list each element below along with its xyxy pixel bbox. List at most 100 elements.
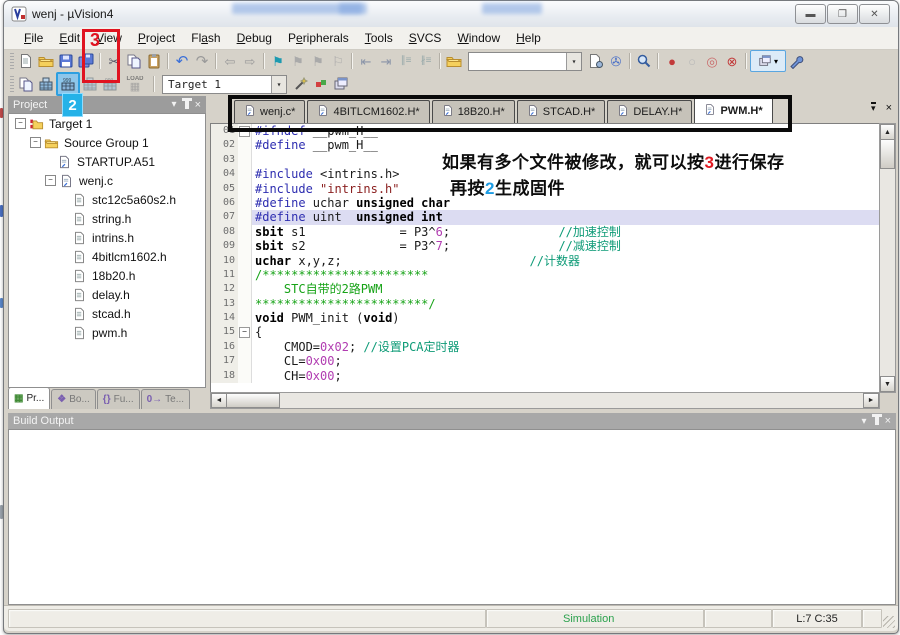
close-document-icon[interactable]: ×	[886, 102, 892, 114]
tree-item-source-group-1[interactable]: −Source Group 1	[9, 133, 205, 152]
uncomment-button[interactable]: ∦≡	[416, 51, 436, 71]
code-line-07[interactable]: 07#define uint unsigned int	[211, 210, 879, 224]
vscroll-thumb[interactable]	[880, 139, 895, 169]
toolbar-grip[interactable]	[10, 53, 14, 69]
tree-item-startup-a51[interactable]: STARTUP.A51	[9, 152, 205, 171]
code-line-12[interactable]: 12 STC自带的2路PWM	[211, 282, 879, 296]
tree-item-stcad-h[interactable]: stcad.h	[9, 304, 205, 323]
document-tab-18b20h[interactable]: 18B20.H*	[432, 100, 515, 123]
navigate-forward-button[interactable]: ⇨	[240, 51, 260, 71]
document-tab-stcadh[interactable]: STCAD.H*	[517, 100, 606, 123]
target-select[interactable]: Target 1 ▾	[162, 75, 287, 94]
target-select-dropdown[interactable]: ▾	[271, 76, 286, 93]
redo-button[interactable]: ↷	[192, 51, 212, 71]
tree-item-18b20-h[interactable]: 18b20.h	[9, 266, 205, 285]
tree-item-pwm-h[interactable]: pwm.h	[9, 323, 205, 342]
insert-breakpoint-button[interactable]: ●	[662, 51, 682, 71]
toolbar-grip[interactable]	[10, 76, 14, 92]
tree-expand-icon[interactable]: −	[45, 175, 56, 186]
resize-grip[interactable]	[883, 616, 895, 628]
comment-button[interactable]: ∥≡	[396, 51, 416, 71]
menu-item-flash[interactable]: Flash	[183, 29, 228, 47]
kill-all-breakpoints-button[interactable]: ⊗	[722, 51, 742, 71]
find-in-files-dialog-button[interactable]	[586, 51, 606, 71]
scroll-down-button[interactable]: ▼	[880, 376, 895, 392]
file-extensions-button[interactable]	[311, 74, 331, 94]
tree-item-string-h[interactable]: string.h	[9, 209, 205, 228]
debug-session-button[interactable]: ✇	[606, 51, 626, 71]
document-tab-4bitlcm1602h[interactable]: 4BITLCM1602.H*	[307, 100, 429, 123]
menu-item-project[interactable]: Project	[130, 29, 183, 47]
window-layout-button[interactable]: ▾	[750, 50, 786, 72]
find-combo[interactable]: ▾	[468, 52, 582, 71]
menu-item-peripherals[interactable]: Peripherals	[280, 29, 357, 47]
tree-item-intrins-h[interactable]: intrins.h	[9, 228, 205, 247]
paste-button[interactable]	[144, 51, 164, 71]
document-tab-wenjc[interactable]: wenj.c*	[234, 100, 305, 123]
scroll-left-button[interactable]: ◄	[211, 393, 227, 408]
chevron-down-icon[interactable]: ▾	[172, 99, 177, 110]
fold-collapse-icon[interactable]: −	[239, 126, 250, 137]
target-options-button[interactable]	[291, 74, 311, 94]
build-output-content[interactable]	[8, 429, 896, 605]
menu-item-window[interactable]: Window	[449, 29, 508, 47]
code-line-09[interactable]: 09sbit s2 = P3^7; //减速控制	[211, 239, 879, 253]
open-file-button[interactable]	[36, 51, 56, 71]
project-tab-te[interactable]: 0→Te...	[141, 389, 190, 409]
code-line-08[interactable]: 08sbit s1 = P3^6; //加速控制	[211, 225, 879, 239]
menu-item-file[interactable]: File	[16, 29, 51, 47]
project-tab-fu[interactable]: {}Fu...	[97, 389, 140, 409]
configure-tools-button[interactable]	[786, 51, 806, 71]
editor-vscrollbar[interactable]: ▲ ▼	[879, 123, 896, 393]
bookmark-next-button[interactable]: ⚑	[308, 51, 328, 71]
tree-item-delay-h[interactable]: delay.h	[9, 285, 205, 304]
disable-all-breakpoints-button[interactable]: ◎	[702, 51, 722, 71]
build-button[interactable]	[36, 74, 56, 94]
hscroll-thumb[interactable]	[226, 393, 280, 408]
tree-item-4bitlcm1602-h[interactable]: 4bitlcm1602.h	[9, 247, 205, 266]
menu-item-help[interactable]: Help	[508, 29, 549, 47]
project-tab-bo[interactable]: ❖Bo...	[51, 389, 96, 409]
find-in-files-button[interactable]	[444, 51, 464, 71]
tree-item-stc12c5a60s2-h[interactable]: stc12c5a60s2.h	[9, 190, 205, 209]
code-line-16[interactable]: 16 CMOD=0x02; //设置PCA定时器	[211, 340, 879, 354]
code-line-01[interactable]: 01−#ifndef __pwm_H__	[211, 124, 879, 138]
close-button[interactable]: ✕	[859, 4, 890, 24]
bookmark-prev-button[interactable]: ⚑	[288, 51, 308, 71]
scroll-up-button[interactable]: ▲	[880, 124, 895, 140]
code-line-17[interactable]: 17 CL=0x00;	[211, 354, 879, 368]
document-tab-pwmh[interactable]: PWM.H*	[694, 97, 772, 123]
pin-icon[interactable]	[875, 417, 879, 425]
project-tab-pr[interactable]: ▦Pr...	[8, 387, 50, 409]
code-line-13[interactable]: 13************************/	[211, 297, 879, 311]
minimize-button[interactable]: ▬	[795, 4, 826, 24]
indent-left-button[interactable]: ⇤	[356, 51, 376, 71]
close-icon[interactable]: ×	[195, 99, 201, 111]
document-list-icon[interactable]: ▾	[871, 102, 876, 114]
maximize-button[interactable]: ❐	[827, 4, 858, 24]
scroll-right-button[interactable]: ►	[863, 393, 879, 408]
manage-components-button[interactable]	[331, 74, 351, 94]
fold-margin[interactable]: −	[238, 325, 252, 339]
save-button[interactable]	[56, 51, 76, 71]
tree-expand-icon[interactable]: −	[30, 137, 41, 148]
menu-item-svcs[interactable]: SVCS	[401, 29, 450, 47]
tree-item-wenj-c[interactable]: −wenj.c	[9, 171, 205, 190]
indent-right-button[interactable]: ⇥	[376, 51, 396, 71]
bookmark-clear-button[interactable]: ⚐	[328, 51, 348, 71]
new-file-button[interactable]	[16, 51, 36, 71]
editor-hscrollbar[interactable]: ◄ ►	[210, 392, 880, 409]
code-line-11[interactable]: 11/***********************	[211, 268, 879, 282]
code-line-14[interactable]: 14void PWM_init (void)	[211, 311, 879, 325]
menu-item-tools[interactable]: Tools	[357, 29, 401, 47]
tree-expand-icon[interactable]: −	[15, 118, 26, 129]
code-line-15[interactable]: 15−{	[211, 325, 879, 339]
bookmark-toggle-button[interactable]: ⚑	[268, 51, 288, 71]
navigate-back-button[interactable]: ⇦	[220, 51, 240, 71]
fold-margin[interactable]: −	[238, 124, 252, 138]
translate-button[interactable]	[16, 74, 36, 94]
menu-item-debug[interactable]: Debug	[229, 29, 280, 47]
document-tab-delayh[interactable]: DELAY.H*	[607, 100, 692, 123]
pin-icon[interactable]	[185, 101, 189, 109]
code-line-10[interactable]: 10uchar x,y,z; //计数器	[211, 254, 879, 268]
